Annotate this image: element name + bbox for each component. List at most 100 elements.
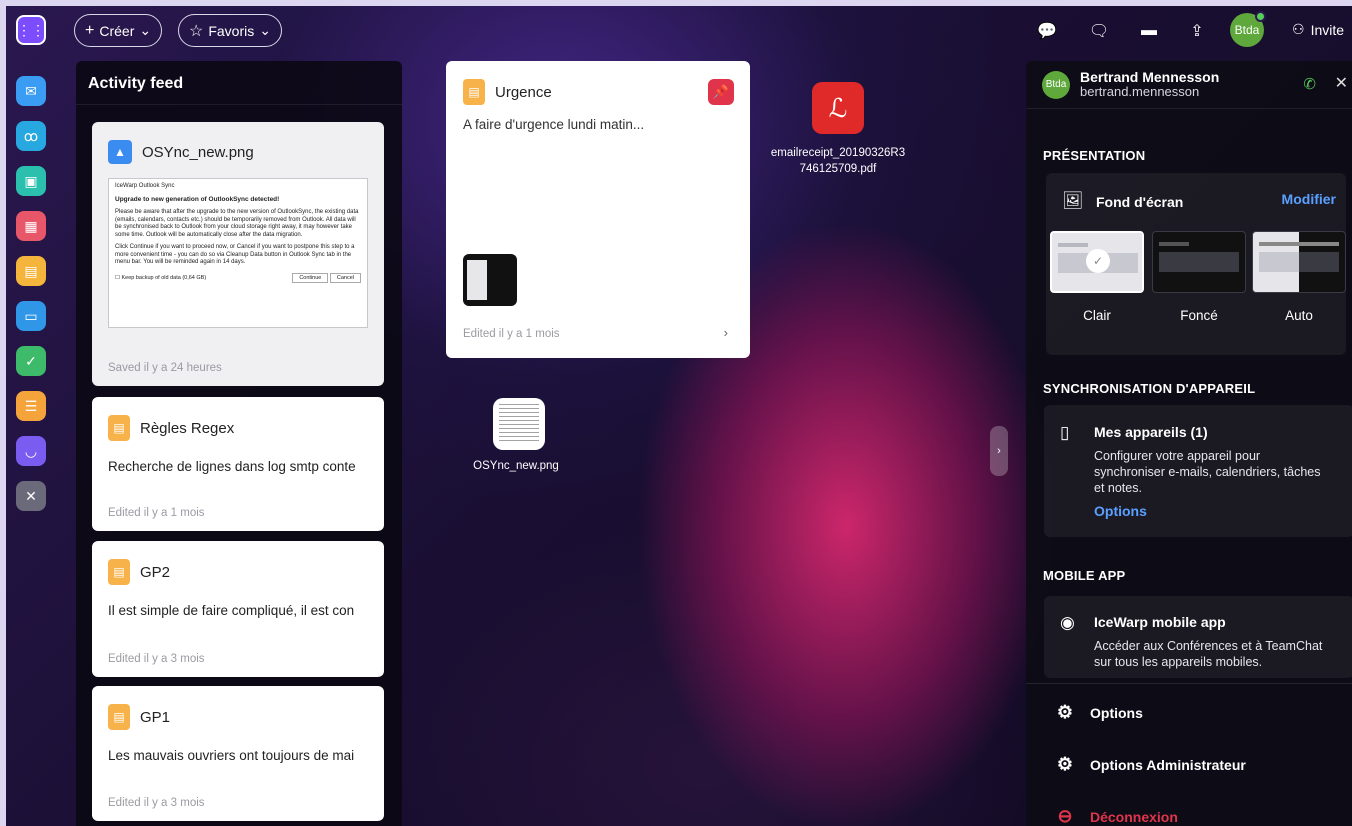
add-user-icon: ⚇ <box>1292 21 1305 37</box>
app-grid-button[interactable]: ⋮⋮ <box>16 15 46 45</box>
close-icon[interactable]: ✕ <box>1335 73 1348 93</box>
logout-menu-item[interactable]: ⊖ Déconnexion <box>1054 806 1178 826</box>
wallpaper-box: 🖼 Fond d'écran Modifier ✓ Clair Foncé Au… <box>1046 173 1346 355</box>
icewarp-icon: ◉ <box>1060 613 1075 632</box>
theme-dark-option[interactable] <box>1152 231 1246 293</box>
note-icon: ▤ <box>463 79 485 105</box>
contacts-icon[interactable]: ꝏ <box>16 121 46 151</box>
device-icon: ▯ <box>1060 423 1070 442</box>
messages-icon[interactable]: 🗨 <box>1088 20 1110 42</box>
pdf-file-name[interactable]: emailreceipt_20190326R3 746125709.pdf <box>758 146 918 177</box>
teamchat-icon[interactable]: ▣ <box>16 166 46 196</box>
create-label: Créer <box>99 22 135 39</box>
note-icon: ▤ <box>108 415 130 441</box>
preview-checkbox-label: Keep backup of old data (0,64 GB) <box>121 274 207 281</box>
feed-card-regex[interactable]: ▤ Règles Regex Recherche de lignes dans … <box>92 397 384 531</box>
theme-auto-label: Auto <box>1285 308 1313 323</box>
pdf-file-icon[interactable]: ℒ <box>812 82 864 134</box>
activity-feed: Activity feed ▲ OSYnc_new.png IceWarp Ou… <box>76 61 402 826</box>
options-menu-item[interactable]: ⚙ Options <box>1054 702 1143 723</box>
avatar[interactable]: Btda <box>1230 11 1266 47</box>
devices-box: ▯ Mes appareils (1) Configurer votre app… <box>1044 405 1352 537</box>
image-preview: IceWarp Outlook Sync Upgrade to new gene… <box>108 178 368 328</box>
files-icon[interactable]: ▭ <box>16 301 46 331</box>
invite-label: Invite <box>1310 21 1345 38</box>
preview-continue-button: Continue <box>292 272 329 283</box>
calendar-app-icon[interactable]: ▦ <box>16 211 46 241</box>
preview-checkbox: ☐ Keep backup of old data (0,64 GB) <box>115 274 207 281</box>
notes-icon[interactable]: ☰ <box>16 391 46 421</box>
favorites-label: Favoris <box>208 22 255 39</box>
png-file-name[interactable]: OSYnc_new.png <box>446 460 586 472</box>
note-icon: ▤ <box>108 559 130 585</box>
upload-icon[interactable]: ⇪ <box>1186 20 1208 42</box>
address-book-icon[interactable]: ▤ <box>16 256 46 286</box>
devices-options-link[interactable]: Options <box>1094 503 1147 519</box>
theme-auto-option[interactable] <box>1252 231 1346 293</box>
preview-cancel-button: Cancel <box>329 272 361 283</box>
urgence-note-card[interactable]: ▤ Urgence 📌 A faire d'urgence lundi mati… <box>446 61 750 358</box>
gear-icon: ⚙ <box>1056 702 1074 722</box>
tasks-icon[interactable]: ✓ <box>16 346 46 376</box>
create-button[interactable]: + Créer ⌄ <box>74 14 163 47</box>
note-attachment-thumbnail[interactable] <box>463 254 517 306</box>
mobile-app-label: IceWarp mobile app <box>1094 614 1226 630</box>
feed-title: Activity feed <box>76 61 402 105</box>
mobile-section-title: MOBILE APP <box>1043 568 1126 583</box>
plus-icon: + <box>85 21 95 39</box>
mobile-app-description: Accéder aux Conférences et à TeamChat su… <box>1094 639 1323 669</box>
tools-icon[interactable]: ✕ <box>16 481 46 511</box>
note-meta: Edited il y a 1 mois <box>463 328 560 340</box>
calendar-icon[interactable]: ▬ <box>1138 20 1160 42</box>
card-title: GP2 <box>140 563 171 581</box>
devices-label: Mes appareils (1) <box>1094 424 1208 440</box>
card-meta: Edited il y a 3 mois <box>108 797 205 809</box>
chevron-down-icon: ⌄ <box>139 22 152 38</box>
divider <box>1026 683 1352 684</box>
avatar-initials: Btda <box>1234 23 1260 37</box>
logout-label: Déconnexion <box>1090 808 1178 825</box>
image-file-icon[interactable] <box>493 398 545 450</box>
card-title: GP1 <box>140 708 171 726</box>
chevron-right-icon[interactable]: › <box>724 325 728 340</box>
chat-icon[interactable]: 💬 <box>1036 20 1058 42</box>
card-meta: Edited il y a 1 mois <box>108 507 205 519</box>
card-meta: Saved il y a 24 heures <box>108 362 222 374</box>
card-title: OSYnc_new.png <box>142 143 254 161</box>
preview-window-title: IceWarp Outlook Sync <box>115 183 175 189</box>
image-file-icon: ▲ <box>108 140 132 164</box>
desktop-background: ⋮⋮ + Créer ⌄ ☆ Favoris ⌄ 💬 🗨 ▬ ⇪ Btda ⚇ … <box>6 6 1352 826</box>
chevron-down-icon: ⌄ <box>259 22 271 38</box>
user-name: Bertrand Mennesson <box>1080 68 1220 85</box>
conference-icon[interactable]: ◡ <box>16 436 46 466</box>
grid-icon: ⋮⋮ <box>17 21 45 38</box>
admin-options-label: Options Administrateur <box>1090 756 1246 773</box>
theme-light-label: Clair <box>1083 308 1111 323</box>
card-text: Recherche de lignes dans log smtp conte <box>108 459 356 474</box>
gear-icon: ⚙ <box>1056 754 1074 774</box>
phone-icon[interactable]: ✆ <box>1303 75 1316 93</box>
modify-link[interactable]: Modifier <box>1282 191 1336 207</box>
avatar: Btda <box>1042 70 1070 99</box>
panel-toggle-button[interactable]: › <box>990 426 1008 476</box>
star-icon: ☆ <box>189 22 204 40</box>
feed-card-gp1[interactable]: ▤ GP1 Les mauvais ouvriers ont toujours … <box>92 686 384 821</box>
mobile-app-box[interactable]: ◉ IceWarp mobile app Accéder aux Confére… <box>1044 596 1352 678</box>
top-bar: ⋮⋮ + Créer ⌄ ☆ Favoris ⌄ 💬 🗨 ▬ ⇪ Btda ⚇ … <box>6 6 1352 56</box>
admin-options-menu-item[interactable]: ⚙ Options Administrateur <box>1054 754 1246 775</box>
mail-icon[interactable]: ✉ <box>16 76 46 106</box>
check-icon: ✓ <box>1086 249 1110 273</box>
favorites-button[interactable]: ☆ Favoris ⌄ <box>178 14 282 47</box>
note-text: A faire d'urgence lundi matin... <box>463 117 645 132</box>
feed-card-osync[interactable]: ▲ OSYnc_new.png IceWarp Outlook Sync Upg… <box>92 122 384 386</box>
pin-icon[interactable]: 📌 <box>708 79 734 105</box>
invite-button[interactable]: ⚇ Invite <box>1292 21 1344 38</box>
feed-card-gp2[interactable]: ▤ GP2 Il est simple de faire compliqué, … <box>92 541 384 677</box>
profile-header: Btda Bertrand Mennesson bertrand.menness… <box>1026 61 1352 109</box>
theme-light-option[interactable]: ✓ <box>1050 231 1144 293</box>
preview-body-1: Please be aware that after the upgrade t… <box>115 209 359 238</box>
card-text: Les mauvais ouvriers ont toujours de mai <box>108 748 355 763</box>
sync-section-title: SYNCHRONISATION D'APPAREIL <box>1043 381 1256 396</box>
user-panel: Btda Bertrand Mennesson bertrand.menness… <box>1026 61 1352 826</box>
logout-icon: ⊖ <box>1057 806 1073 826</box>
